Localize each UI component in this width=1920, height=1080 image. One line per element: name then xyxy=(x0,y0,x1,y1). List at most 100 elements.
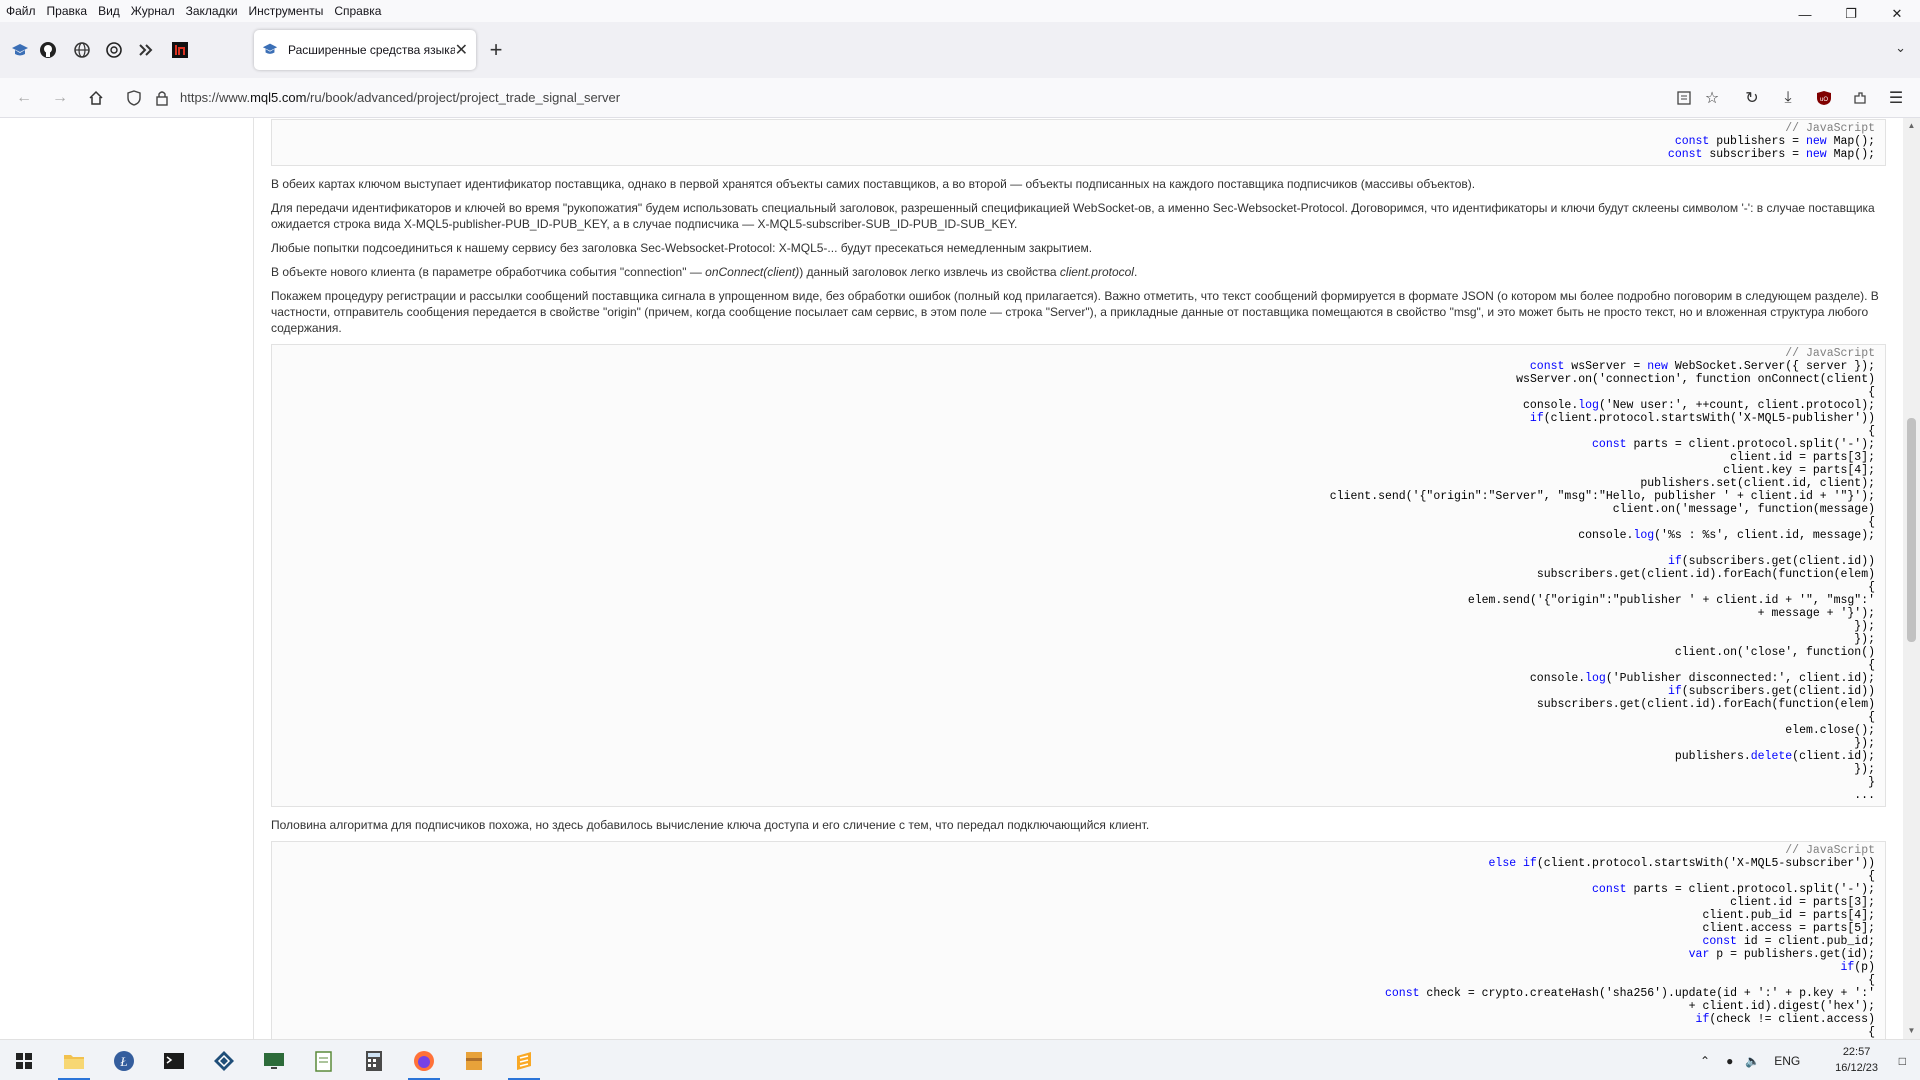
back-icon[interactable]: ← xyxy=(12,86,36,110)
menu-item[interactable]: Правка xyxy=(47,4,88,18)
url-bar[interactable]: https://www.mql5.com/ru/book/advanced/pr… xyxy=(180,90,620,105)
volume-icon[interactable]: 🔈 xyxy=(1745,1054,1760,1068)
extensions-icon[interactable] xyxy=(1848,86,1872,110)
reload-icon[interactable]: ↻ xyxy=(1740,86,1764,110)
shield-icon[interactable] xyxy=(122,86,146,110)
tab-close-icon[interactable]: ✕ xyxy=(455,40,468,60)
paragraph-text: . xyxy=(1133,265,1138,279)
code-line: if(check != client.access) xyxy=(1695,1013,1875,1026)
notepad-icon[interactable] xyxy=(300,1040,348,1080)
code-line: client.pub_id = parts[4]; xyxy=(1702,909,1875,922)
code-term: onConnect(client) xyxy=(705,265,800,279)
openai-icon[interactable] xyxy=(100,36,128,64)
tab-active[interactable]: Расширенные средства языка ✕ xyxy=(254,30,476,70)
forward-icon[interactable]: → xyxy=(48,86,72,110)
windows-start-icon[interactable] xyxy=(0,1040,48,1080)
code-line: client.key = parts[4]; xyxy=(1723,464,1875,477)
code-block-2: // JavaScript const wsServer = new WebSoc… xyxy=(271,344,1886,807)
code-block-1: // JavaScript const publishers = new Map(… xyxy=(271,119,1886,166)
archive-icon[interactable] xyxy=(450,1040,498,1080)
code-line: if(subscribers.get(client.id)) xyxy=(1667,685,1875,698)
litecoin-icon[interactable]: Ł xyxy=(100,1040,148,1080)
globe-icon[interactable] xyxy=(68,36,96,64)
code-line: }); xyxy=(1854,620,1875,633)
code-line: publishers.set(client.id, client); xyxy=(1640,477,1875,490)
bookmark-star-icon[interactable]: ☆ xyxy=(1700,86,1724,110)
code-line: client.on('close', function() xyxy=(1674,646,1875,659)
menu-item[interactable]: Файл xyxy=(6,4,36,18)
code-line: console.log('Publisher disconnected:', c… xyxy=(1529,672,1875,685)
code-line: elem.send('{"origin":"publisher ' + clie… xyxy=(1467,594,1875,607)
tray-chevron-icon[interactable]: ⌃ xyxy=(1700,1054,1710,1068)
code-line: // JavaScript xyxy=(1785,844,1875,857)
ublock-icon[interactable]: uO xyxy=(1812,86,1836,110)
code-line: + message + '}'); xyxy=(1757,607,1875,620)
code-line: { xyxy=(1868,659,1875,672)
menu-item[interactable]: Справка xyxy=(334,4,381,18)
mql5-tab-icon xyxy=(262,41,278,60)
url-domain: mql5.com xyxy=(250,90,307,105)
mql5-icon[interactable] xyxy=(6,36,34,64)
firefox-icon[interactable] xyxy=(400,1040,448,1080)
app-icon[interactable] xyxy=(132,36,160,64)
file-explorer-icon[interactable] xyxy=(50,1040,98,1080)
menu-item[interactable]: Закладки xyxy=(186,4,238,18)
menu-item[interactable]: Инструменты xyxy=(249,4,324,18)
code-line: client.access = parts[5]; xyxy=(1702,922,1875,935)
scroll-down-icon[interactable]: ▼ xyxy=(1903,1023,1920,1039)
vertical-scrollbar[interactable]: ▲ ▼ xyxy=(1903,118,1920,1039)
code-line: const publishers = new Map(); xyxy=(1674,135,1875,148)
code-line: elem.close(); xyxy=(1785,724,1875,737)
code-line: client.on('message', function(message) xyxy=(1612,503,1875,516)
taskbar: Ł ⌃ ● 🔈 ENG 22:57 16/12/23 □ xyxy=(0,1039,1920,1080)
code-line: console.log('%s : %s', client.id, messag… xyxy=(1578,529,1875,542)
paragraph-text: ) данный заголовок легко извлечь из свой… xyxy=(799,265,1060,279)
notification-icon[interactable]: □ xyxy=(1899,1040,1906,1080)
code-line: { xyxy=(1868,1026,1875,1039)
code-line: const parts = client.protocol.split('-')… xyxy=(1592,883,1875,896)
code-line: }); xyxy=(1854,737,1875,750)
download-icon[interactable]: ⤓ xyxy=(1776,86,1800,110)
code-line: client.id = parts[3]; xyxy=(1730,451,1875,464)
code-line: // JavaScript xyxy=(1785,122,1875,135)
sublime-icon[interactable] xyxy=(500,1040,548,1080)
code-line: console.log('New user:', ++count, client… xyxy=(1523,399,1875,412)
clock-date: 16/12/23 xyxy=(1835,1062,1878,1074)
code-line: { xyxy=(1868,870,1875,883)
code-line: publishers.delete(client.id); xyxy=(1674,750,1875,763)
menu-bar: Файл Правка Вид Журнал Закладки Инструменты Сп… xyxy=(0,0,1920,22)
scroll-up-icon[interactable]: ▲ xyxy=(1903,118,1920,134)
code-line: { xyxy=(1868,711,1875,724)
scrollbar-thumb[interactable] xyxy=(1907,418,1916,642)
tab-list-chevron-icon[interactable]: ⌄ xyxy=(1895,40,1906,56)
monitor-icon[interactable] xyxy=(250,1040,298,1080)
lock-icon[interactable] xyxy=(150,86,174,110)
code-line: client.id = parts[3]; xyxy=(1730,896,1875,909)
app-menu-icon[interactable]: ☰ xyxy=(1884,86,1908,110)
github-icon[interactable] xyxy=(34,36,62,64)
terminal-icon[interactable] xyxy=(150,1040,198,1080)
code-line: ... xyxy=(1854,789,1875,802)
in-icon[interactable] xyxy=(166,36,194,64)
app-diamond-icon[interactable] xyxy=(200,1040,248,1080)
clock[interactable]: 22:57 16/12/23 xyxy=(1835,1044,1878,1076)
code-line: const check = crypto.createHash('sha256'… xyxy=(1385,987,1875,1000)
code-line: const parts = client.protocol.split('-')… xyxy=(1592,438,1875,451)
menu-item[interactable]: Журнал xyxy=(131,4,175,18)
language-indicator[interactable]: ENG xyxy=(1774,1054,1800,1068)
home-icon[interactable] xyxy=(84,86,108,110)
calculator-icon[interactable] xyxy=(350,1040,398,1080)
network-icon[interactable]: ● xyxy=(1726,1054,1733,1068)
code-line: + client.id).digest('hex'); xyxy=(1688,1000,1875,1013)
page-viewport: // JavaScript const publishers = new Map(… xyxy=(0,118,1920,1039)
tab-strip: Расширенные средства языка ✕ + ⌄ xyxy=(0,22,1920,78)
reader-view-icon[interactable] xyxy=(1672,86,1696,110)
code-line: wsServer.on('connection', function onCon… xyxy=(1516,373,1875,386)
code-line: } xyxy=(1868,776,1875,789)
new-tab-button[interactable]: + xyxy=(484,38,508,62)
code-term: client.protocol xyxy=(1059,265,1134,279)
menu-item[interactable]: Вид xyxy=(98,4,120,18)
paragraph: Половина алгоритма для подписчиков похож… xyxy=(271,818,1150,832)
code-line: var p = publishers.get(id); xyxy=(1688,948,1875,961)
svg-text:uO: uO xyxy=(1820,97,1828,103)
